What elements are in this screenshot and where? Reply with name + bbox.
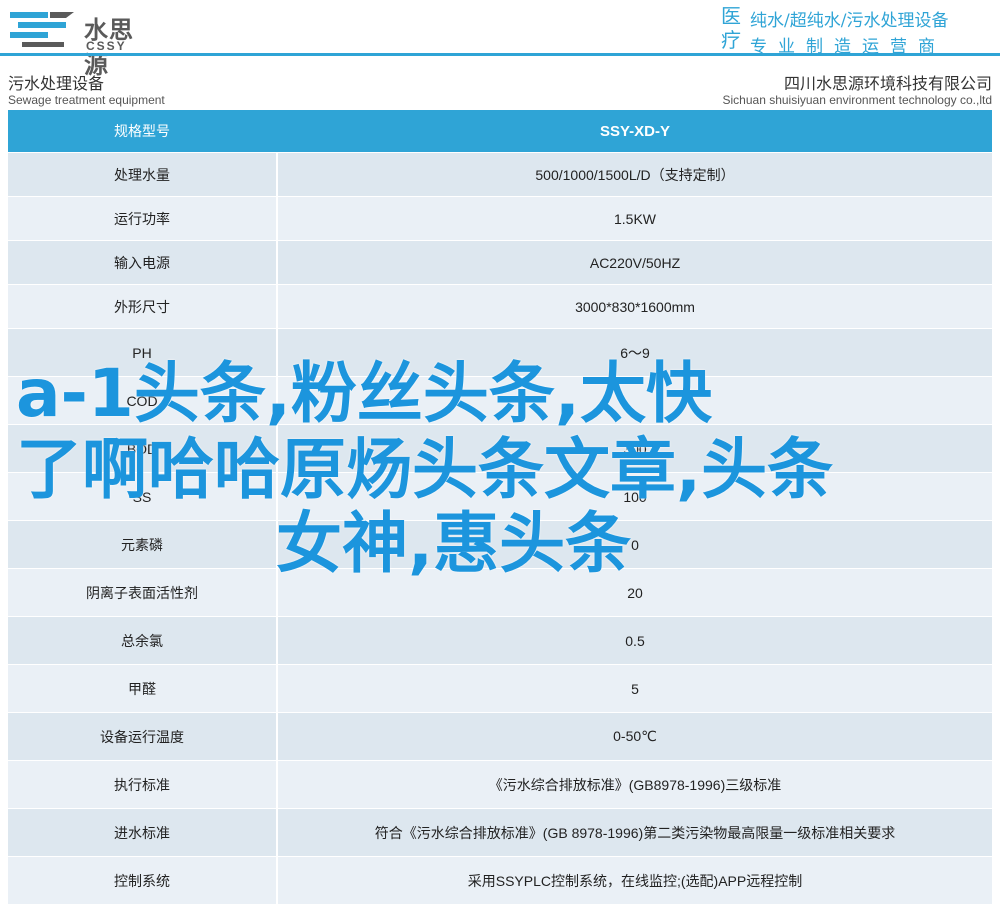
row-value: 6～9	[278, 328, 992, 377]
row-label: 总余氯	[8, 616, 276, 665]
logo-mark-icon	[10, 12, 74, 47]
row-value: 0	[278, 520, 992, 569]
slogan-vertical-char: 疗	[721, 28, 741, 52]
table-row: 设备运行温度 0-50℃	[8, 712, 992, 761]
table-row: 阴离子表面活性剂 20	[8, 568, 992, 617]
banner-divider	[0, 53, 1000, 56]
table-row: 进水标准 符合《污水综合排放标准》(GB 8978-1996)第二类污染物最高限…	[8, 808, 992, 857]
company-logo[interactable]: 水思源 CSSY	[8, 6, 158, 79]
row-value: 符合《污水综合排放标准》(GB 8978-1996)第二类污染物最高限量一级标准…	[278, 808, 992, 857]
top-banner: 水思源 CSSY 医 疗 纯水/超纯水/污水处理设备 专业制造运营商	[0, 0, 1000, 79]
table-row: 输入电源 AC220V/50HZ	[8, 240, 992, 285]
table-row: 甲醛 5	[8, 664, 992, 713]
row-label: 运行功率	[8, 196, 276, 241]
table-row: 执行标准 《污水综合排放标准》(GB8978-1996)三级标准	[8, 760, 992, 809]
table-row: 元素磷 0	[8, 520, 992, 569]
table-row: 总余氯 0.5	[8, 616, 992, 665]
row-label: 控制系统	[8, 856, 276, 905]
table-row: 控制系统 采用SSYPLC控制系统，在线监控;(选配)APP远程控制	[8, 856, 992, 905]
row-value: 采用SSYPLC控制系统，在线监控;(选配)APP远程控制	[278, 856, 992, 905]
row-value: 500/1000/1500L/D（支持定制）	[278, 152, 992, 197]
row-label: 设备运行温度	[8, 712, 276, 761]
row-label: COD	[8, 376, 276, 425]
row-value: 《污水综合排放标准》(GB8978-1996)三级标准	[278, 760, 992, 809]
row-value: 3000*830*1600mm	[278, 284, 992, 329]
table-row: 外形尺寸 3000*830*1600mm	[8, 284, 992, 329]
row-label: 外形尺寸	[8, 284, 276, 329]
row-label: 元素磷	[8, 520, 276, 569]
spec-table: 规格型号 SSY-XD-Y 处理水量 500/1000/1500L/D（支持定制…	[8, 110, 992, 905]
row-value: 5	[278, 664, 992, 713]
row-label: 甲醛	[8, 664, 276, 713]
row-value: AC220V/50HZ	[278, 240, 992, 285]
row-value: 300	[278, 424, 992, 473]
row-label: PH	[8, 328, 276, 377]
row-value: 0-50℃	[278, 712, 992, 761]
table-row: BOD 300	[8, 424, 992, 473]
table-row: SS 100	[8, 472, 992, 521]
logo-english-name: CSSY	[86, 39, 127, 53]
slogan-vertical-text: 医 疗	[716, 4, 746, 52]
slogan-line-1: 纯水/超纯水/污水处理设备	[750, 11, 949, 31]
table-row: 处理水量 500/1000/1500L/D（支持定制）	[8, 152, 992, 197]
banner-slogan: 医 疗 纯水/超纯水/污水处理设备 专业制造运营商	[716, 4, 994, 57]
row-value: 100	[278, 472, 992, 521]
row-label: 执行标准	[8, 760, 276, 809]
table-row: PH 6～9	[8, 328, 992, 377]
row-value: 1.5KW	[278, 196, 992, 241]
sub-header: 污水处理设备 Sewage treatment equipment 四川水思源环…	[8, 64, 992, 110]
header-model-value: SSY-XD-Y	[278, 110, 992, 153]
row-label: 阴离子表面活性剂	[8, 568, 276, 617]
row-value: 0.5	[278, 616, 992, 665]
row-label: 输入电源	[8, 240, 276, 285]
table-row: 运行功率 1.5KW	[8, 196, 992, 241]
row-value: 20	[278, 568, 992, 617]
company-name-en: Sichuan shuisiyuan environment technolog…	[722, 93, 993, 107]
row-label: SS	[8, 472, 276, 521]
company-name-cn: 四川水思源环境科技有限公司	[783, 76, 992, 93]
table-header-row: 规格型号 SSY-XD-Y	[8, 110, 992, 153]
product-category-cn: 污水处理设备	[8, 76, 105, 93]
row-label: 进水标准	[8, 808, 276, 857]
slogan-vertical-char: 医	[721, 4, 741, 28]
row-label: BOD	[8, 424, 276, 473]
row-label: 处理水量	[8, 152, 276, 197]
product-category-en: Sewage treatment equipment	[8, 93, 165, 107]
header-label: 规格型号	[8, 110, 276, 153]
table-row: COD	[8, 376, 992, 425]
row-value	[278, 376, 992, 425]
